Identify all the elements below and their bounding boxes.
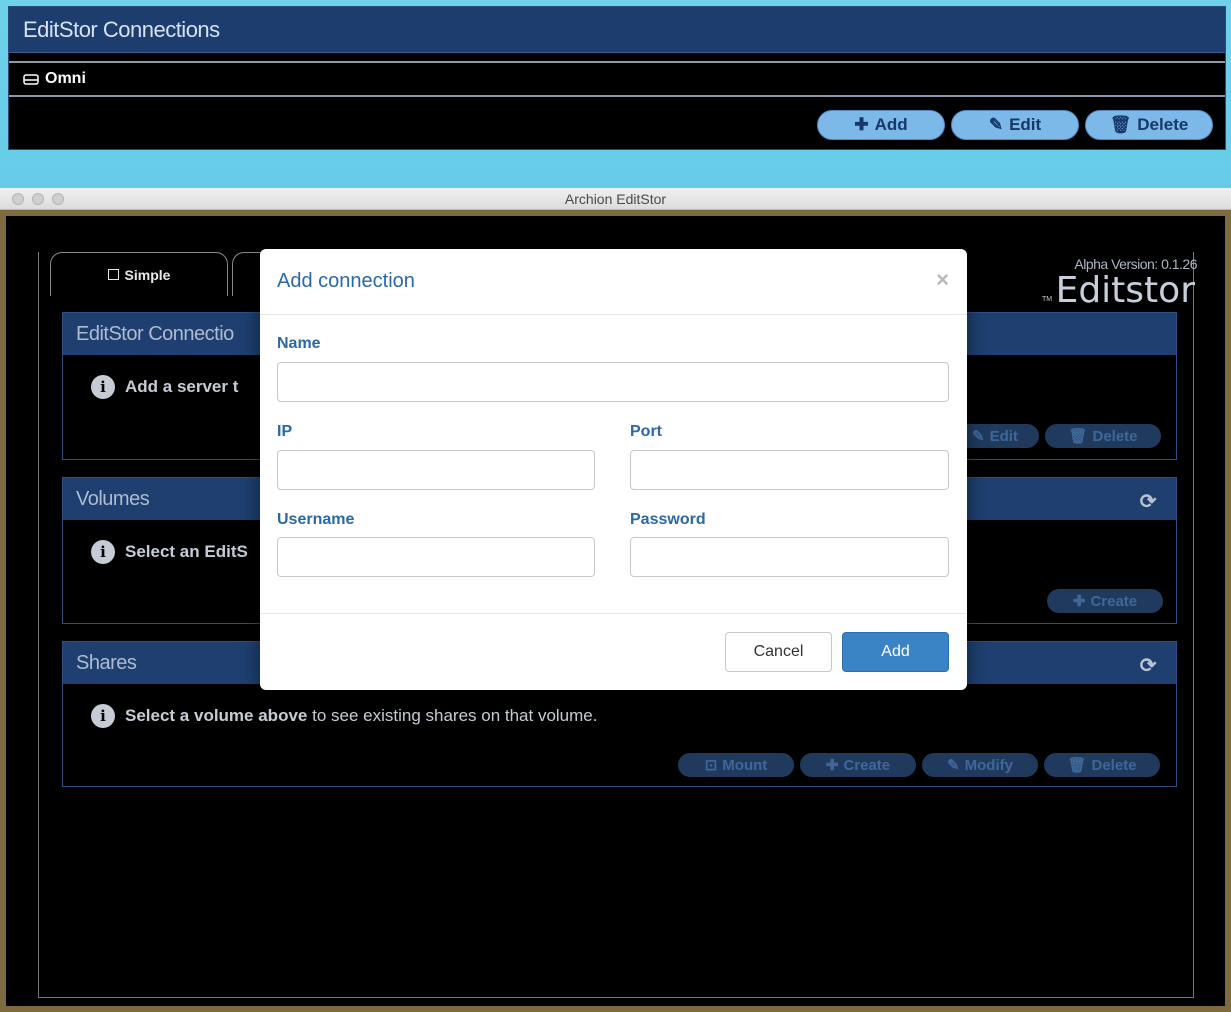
pencil-icon: ✎	[972, 428, 985, 445]
password-field[interactable]	[630, 537, 949, 577]
drive-icon	[23, 74, 39, 85]
close-icon[interactable]: ×	[936, 267, 949, 293]
port-field[interactable]	[630, 450, 949, 490]
connection-label: Omni	[45, 70, 86, 87]
minimize-window-button[interactable]	[32, 193, 44, 205]
add-button[interactable]: Add	[842, 632, 949, 672]
port-label: Port	[630, 423, 662, 440]
plus-icon: ✚	[854, 115, 869, 134]
plus-icon: ✚	[825, 757, 839, 774]
section-title: Volumes	[76, 488, 150, 510]
close-window-button[interactable]	[12, 193, 24, 205]
name-field[interactable]	[277, 362, 949, 402]
panel-title: EditStor Connections	[9, 7, 1225, 53]
refresh-icon[interactable]: ⟳	[1140, 489, 1157, 514]
pencil-icon: ✎	[988, 115, 1004, 134]
mount-button[interactable]: ⊡ Mount	[678, 753, 794, 777]
info-icon: i	[91, 540, 115, 564]
checkbox-icon	[107, 269, 119, 280]
zoom-window-button[interactable]	[52, 193, 64, 205]
delete-button[interactable]: 🗑 Delete	[1045, 424, 1161, 448]
pencil-icon: ✎	[947, 757, 960, 774]
ip-label: IP	[277, 423, 293, 440]
delete-connection-button[interactable]: 🗑 Delete	[1085, 110, 1213, 140]
trash-icon: 🗑	[1067, 757, 1087, 774]
window-title: Archion EditStor	[564, 191, 667, 207]
plus-icon: ✚	[1072, 593, 1086, 610]
logo-trademark: TM	[1042, 296, 1053, 303]
dialog-footer	[260, 613, 967, 614]
add-connection-dialog: Add connection × Name IP Port Username P…	[260, 249, 967, 690]
trash-icon: 🗑	[1109, 115, 1132, 134]
connections-panel: EditStor Connections Omni ✚ Add ✎ Edit 🗑…	[8, 6, 1226, 150]
dialog-title: Add connection	[277, 270, 415, 292]
window-titlebar[interactable]: Archion EditStor	[0, 188, 1231, 210]
edit-connection-button[interactable]: ✎ Edit	[951, 110, 1079, 140]
info-icon: i	[91, 704, 115, 728]
username-field[interactable]	[277, 537, 595, 577]
tab-simple[interactable]: Simple	[50, 252, 228, 296]
section-title: Shares	[76, 652, 137, 674]
username-label: Username	[277, 511, 355, 528]
refresh-icon[interactable]: ⟳	[1140, 653, 1157, 678]
modify-share-button[interactable]: ✎ Modify	[922, 753, 1038, 777]
password-label: Password	[630, 511, 706, 528]
cancel-button[interactable]: Cancel	[725, 632, 832, 672]
create-volume-button[interactable]: ✚ Create	[1047, 589, 1163, 613]
connection-item-omni[interactable]: Omni	[9, 61, 1225, 97]
ip-field[interactable]	[277, 450, 595, 490]
mount-icon: ⊡	[704, 757, 718, 774]
name-label: Name	[277, 335, 321, 352]
add-connection-button[interactable]: ✚ Add	[817, 110, 945, 140]
create-share-button[interactable]: ✚ Create	[800, 753, 916, 777]
info-icon: i	[91, 375, 115, 399]
trash-icon: 🗑	[1068, 428, 1088, 445]
delete-share-button[interactable]: 🗑 Delete	[1044, 753, 1160, 777]
logo-editstor: Editstor	[1055, 270, 1195, 311]
